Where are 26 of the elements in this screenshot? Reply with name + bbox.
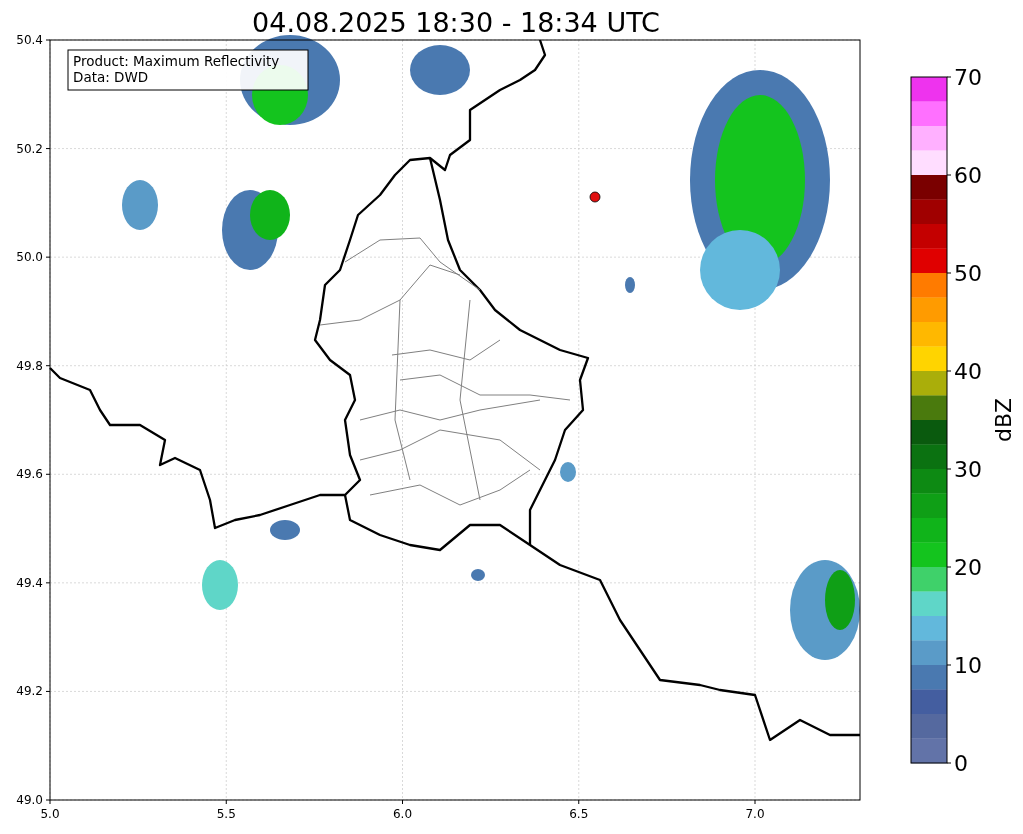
axis-tick-label: 7.0	[745, 807, 765, 821]
colorbar-tick-label: 20	[954, 555, 982, 580]
colorbar-tick-label: 0	[954, 751, 968, 776]
axis-tick-label: 6.5	[569, 807, 589, 821]
colorbar-tick-label: 10	[954, 653, 982, 678]
axis-tick-label: 50.4	[16, 33, 43, 47]
location-marker	[589, 191, 601, 203]
axis-tick-label: 49.6	[16, 467, 43, 482]
colorbar-tick-label: 50	[954, 261, 982, 286]
axis-tick-label: 5.5	[216, 807, 236, 821]
info-text: Product: Maximum Reflectivity	[73, 53, 280, 69]
info-text: Data: DWD	[73, 69, 149, 85]
axis-tick-label: 50.0	[16, 250, 43, 265]
colorbar-tick-label: 30	[954, 457, 982, 482]
colorbar-tick-label: 70	[954, 65, 982, 90]
axis-tick-label: 49.4	[16, 575, 43, 590]
axis-tick-label: 49.8	[16, 358, 43, 373]
colorbar-tick-label: 40	[954, 359, 982, 384]
axis-tick-label: 6.0	[392, 807, 413, 821]
axis-tick-label: 49.0	[16, 793, 43, 807]
colorbar-label: dBZ	[991, 397, 1016, 443]
chart-title: 04.08.2025 18:30 - 18:34 UTC	[252, 7, 660, 38]
axis-tick-label: 50.2	[16, 141, 43, 156]
axis-tick-label: 49.2	[16, 684, 43, 699]
colorbar-tick-label: 60	[954, 163, 982, 188]
axis-tick-label: 5.0	[40, 807, 60, 821]
